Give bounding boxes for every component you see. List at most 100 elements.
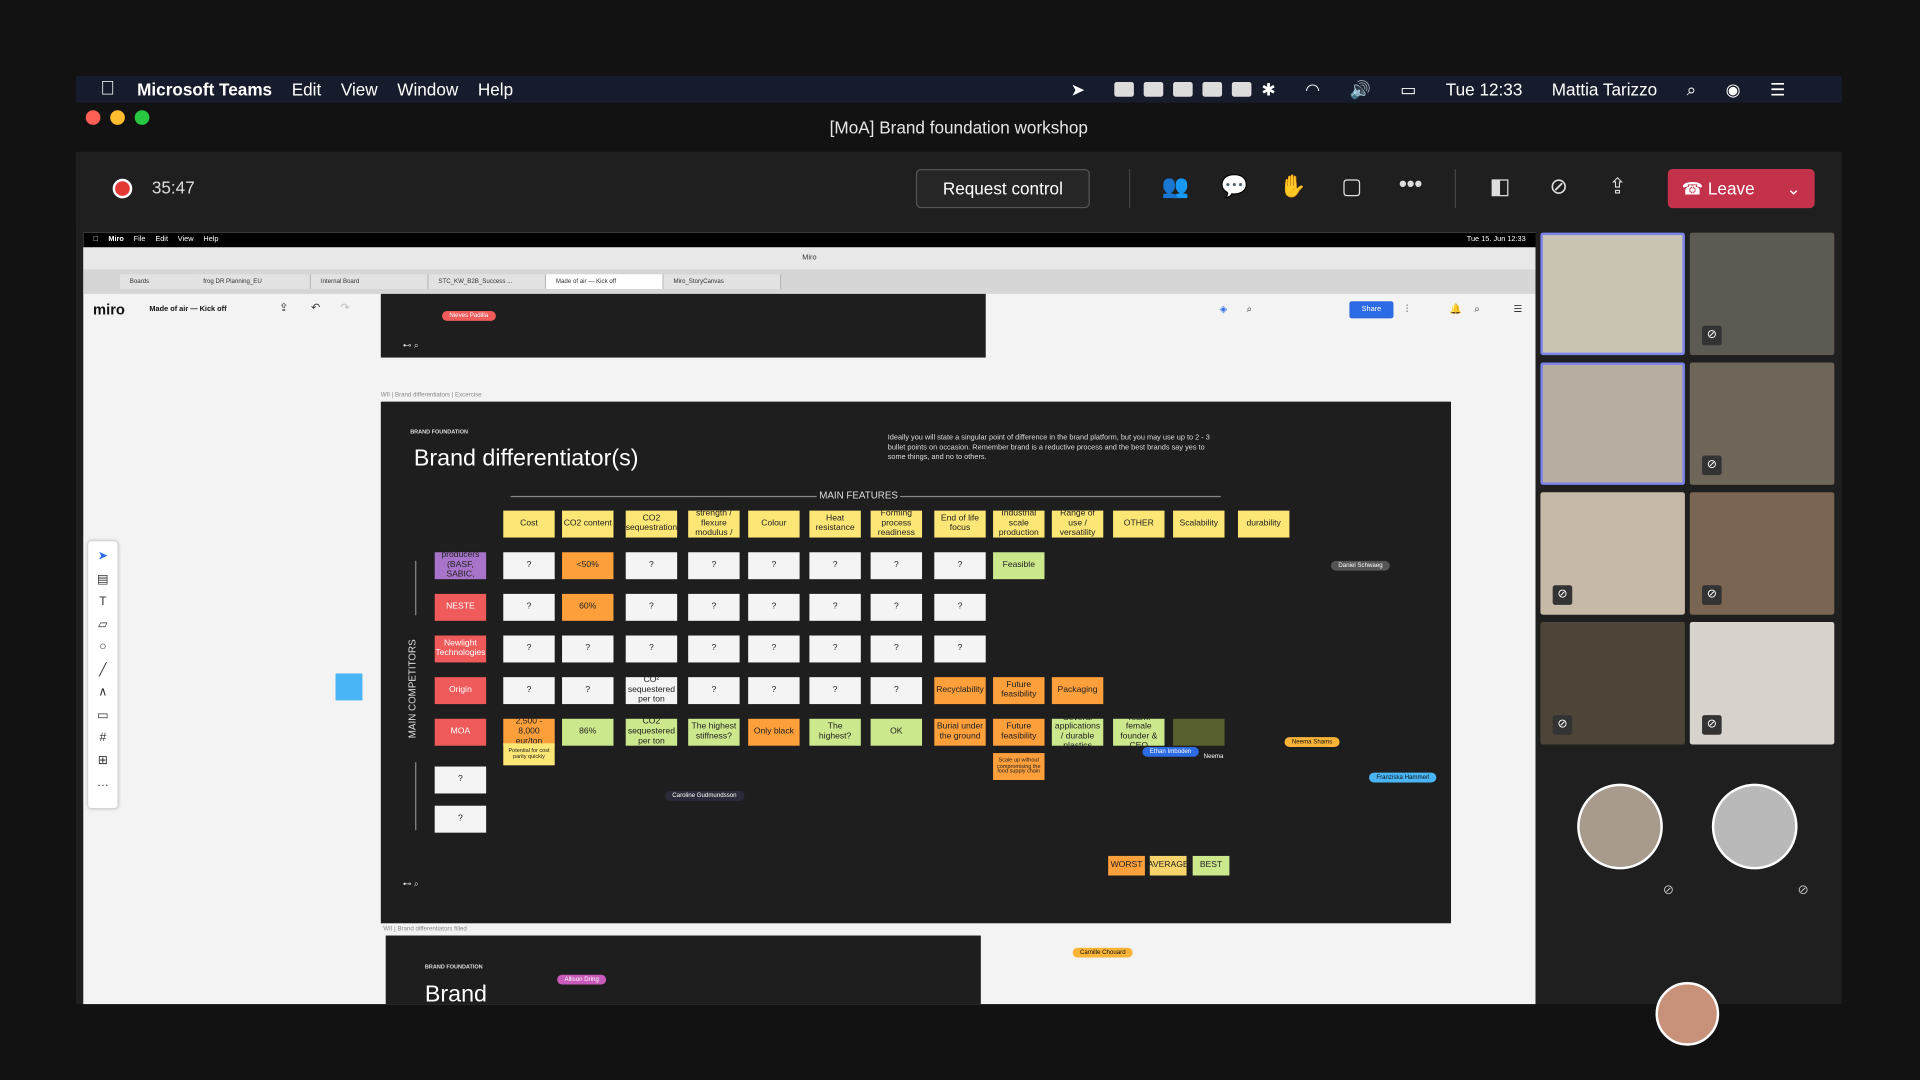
- value-note[interactable]: Packaging: [1051, 677, 1104, 705]
- share-screen-icon[interactable]: ⇪: [1602, 174, 1634, 200]
- shape-tool-icon[interactable]: ○: [88, 637, 117, 660]
- feature-note[interactable]: Range of use / versatility: [1051, 510, 1104, 538]
- frame-controls-icon[interactable]: ⊷ ⌕: [403, 340, 419, 351]
- value-note[interactable]: ?: [688, 593, 740, 621]
- user-name[interactable]: Mattia Tarizzo: [1552, 80, 1657, 100]
- request-control-button[interactable]: Request control: [915, 168, 1090, 209]
- value-note[interactable]: ?: [503, 593, 555, 621]
- participant-video[interactable]: ⊘: [1689, 622, 1835, 745]
- value-note[interactable]: ?: [562, 677, 614, 705]
- value-note[interactable]: Several applications / durable plastics: [1051, 713, 1104, 750]
- value-note[interactable]: ?: [625, 552, 678, 580]
- participant-avatar[interactable]: [1655, 982, 1720, 1046]
- value-note[interactable]: ?: [809, 552, 861, 580]
- pen-tool-icon[interactable]: ∧: [88, 682, 117, 705]
- more-actions-icon[interactable]: •••: [1395, 171, 1427, 197]
- miro-logo[interactable]: miro: [93, 301, 125, 318]
- miro-tab-active[interactable]: Made of air — Kick off: [546, 274, 664, 289]
- line-tool-icon[interactable]: ╱: [88, 659, 117, 682]
- location-icon[interactable]: ➤: [1071, 79, 1085, 100]
- menu-help[interactable]: Help: [478, 80, 513, 100]
- camera-off-icon[interactable]: ◧: [1484, 174, 1516, 200]
- sticky-note-tool-icon[interactable]: ▱: [88, 614, 117, 637]
- value-note[interactable]: ?: [562, 635, 614, 663]
- volume-icon[interactable]: 🔊: [1349, 79, 1370, 100]
- redo-icon[interactable]: ↷: [340, 301, 349, 314]
- value-note[interactable]: ?: [870, 552, 923, 580]
- feature-note[interactable]: Colour: [748, 510, 800, 538]
- miro-search-icon[interactable]: ⌕: [1474, 304, 1479, 316]
- upload-tool-icon[interactable]: ⊞: [88, 750, 117, 773]
- feature-note[interactable]: CO2 sequestration: [626, 510, 677, 538]
- value-note[interactable]: ?: [934, 635, 986, 663]
- mic-muted-icon[interactable]: ⊘: [1543, 174, 1575, 200]
- value-note[interactable]: 86%: [562, 718, 614, 746]
- feature-note[interactable]: Flexure strength / flexure modulus / sti…: [688, 501, 740, 547]
- feature-note[interactable]: Scalability: [1173, 510, 1225, 538]
- legend-best[interactable]: BEST: [1192, 855, 1230, 876]
- bluetooth-icon[interactable]: ✱: [1261, 79, 1275, 100]
- minimize-window-button[interactable]: [110, 110, 125, 125]
- battery-icon[interactable]: ▭: [1400, 79, 1416, 100]
- feature-note[interactable]: Heat resistance: [809, 510, 861, 538]
- miro-board-name[interactable]: Made of air — Kick off: [149, 306, 226, 313]
- value-note[interactable]: ?: [625, 593, 678, 621]
- legend-worst[interactable]: WORST: [1108, 855, 1145, 876]
- zoom-icon[interactable]: [1114, 82, 1135, 97]
- siri-icon[interactable]: ◉: [1726, 79, 1741, 100]
- value-note[interactable]: ?: [625, 635, 678, 663]
- frame-controls-icon[interactable]: ⊷ ⌕: [403, 879, 419, 890]
- value-note[interactable]: [1173, 718, 1225, 746]
- miro-frame-top[interactable]: Nieves Padilla ⊷ ⌕: [380, 293, 986, 358]
- leave-button[interactable]: ☎ Leave ⌄: [1667, 168, 1815, 209]
- value-note[interactable]: ?: [748, 552, 800, 580]
- miro-share-button[interactable]: Share: [1349, 301, 1394, 319]
- value-note[interactable]: ?: [748, 635, 800, 663]
- value-note[interactable]: 1.95 tons CO2 sequestered per ton produc…: [625, 709, 678, 755]
- value-note[interactable]: ?: [748, 593, 800, 621]
- chat-icon[interactable]: 💬: [1218, 174, 1250, 200]
- feature-note[interactable]: Industrial scale production: [993, 510, 1045, 538]
- participant-video[interactable]: [1540, 232, 1685, 356]
- value-note[interactable]: The highest stiffness?: [688, 718, 740, 746]
- competitor-note[interactable]: Newlight Technologies: [434, 635, 487, 663]
- spotlight-icon[interactable]: ⌕: [1687, 79, 1697, 100]
- close-window-button[interactable]: [85, 110, 101, 125]
- blue-sticky-note[interactable]: [335, 673, 363, 701]
- value-note[interactable]: ?: [870, 635, 923, 663]
- value-note[interactable]: Feasible: [993, 552, 1045, 580]
- value-note[interactable]: ?: [503, 552, 555, 580]
- value-note[interactable]: 0.02 tons CO² sequestered per ton produc…: [625, 667, 678, 713]
- participant-video[interactable]: ⊘: [1689, 362, 1835, 485]
- value-note[interactable]: ?: [503, 677, 555, 705]
- miro-tab[interactable]: Miro_StoryCanvas: [663, 274, 782, 289]
- apple-icon[interactable]: : [100, 78, 115, 100]
- value-note[interactable]: Only black: [748, 718, 800, 746]
- participant-video[interactable]: ⊘: [1689, 492, 1835, 615]
- participant-video[interactable]: ⊘: [1540, 492, 1685, 615]
- value-note[interactable]: ?: [870, 593, 923, 621]
- maximize-window-button[interactable]: [134, 110, 150, 125]
- value-note[interactable]: Team: female founder & CEO: [1113, 713, 1165, 750]
- creative-cloud-icon[interactable]: [1173, 82, 1193, 97]
- comment-tool-icon[interactable]: ▭: [88, 705, 117, 728]
- templates-tool-icon[interactable]: ▤: [88, 569, 117, 592]
- sticky-note[interactable]: Scale up without compromising the food s…: [993, 753, 1045, 781]
- screen-icon[interactable]: [1231, 82, 1252, 97]
- miro-zoom-icon[interactable]: ⌕: [1247, 304, 1252, 316]
- feature-note[interactable]: CO2 content: [562, 510, 614, 538]
- participant-video[interactable]: ⊘: [1540, 622, 1685, 745]
- menu-window[interactable]: Window: [397, 80, 458, 100]
- value-note[interactable]: ?: [503, 635, 555, 663]
- value-note[interactable]: ?: [688, 552, 740, 580]
- feature-note[interactable]: OTHER: [1113, 510, 1165, 538]
- value-note[interactable]: ?: [934, 593, 986, 621]
- participant-video[interactable]: ⊘: [1689, 232, 1835, 356]
- participant-avatar[interactable]: [1577, 783, 1663, 870]
- value-note[interactable]: ?: [870, 677, 923, 705]
- value-note[interactable]: Burial under the ground: [934, 718, 986, 746]
- frame-tool-icon[interactable]: #: [88, 727, 117, 750]
- competitor-note[interactable]: MOA: [434, 718, 487, 746]
- value-note[interactable]: <50%: [562, 552, 614, 580]
- sticky-note[interactable]: Potential for cost parity quickly: [503, 743, 555, 766]
